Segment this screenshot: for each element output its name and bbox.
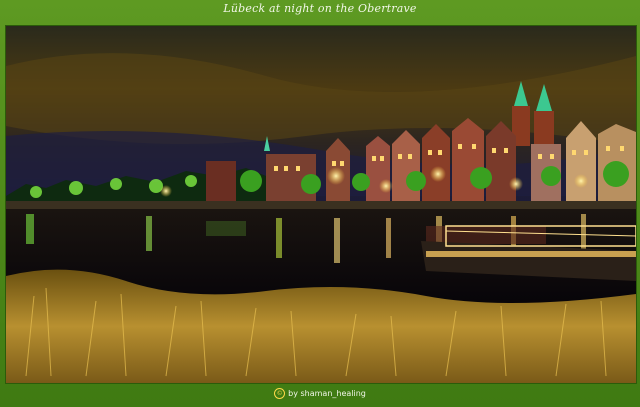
copyright-icon: © — [274, 388, 286, 399]
credit-text: by shaman_healing — [288, 389, 366, 398]
page-title: Lübeck at night on the Obertrave — [223, 2, 417, 15]
photo-illustration — [6, 26, 636, 383]
night-city-photo — [5, 25, 637, 384]
photo-frame: Lübeck at night on the Obertrave © by sh… — [0, 0, 640, 407]
photo-credit: © by shaman_healing — [0, 388, 640, 399]
